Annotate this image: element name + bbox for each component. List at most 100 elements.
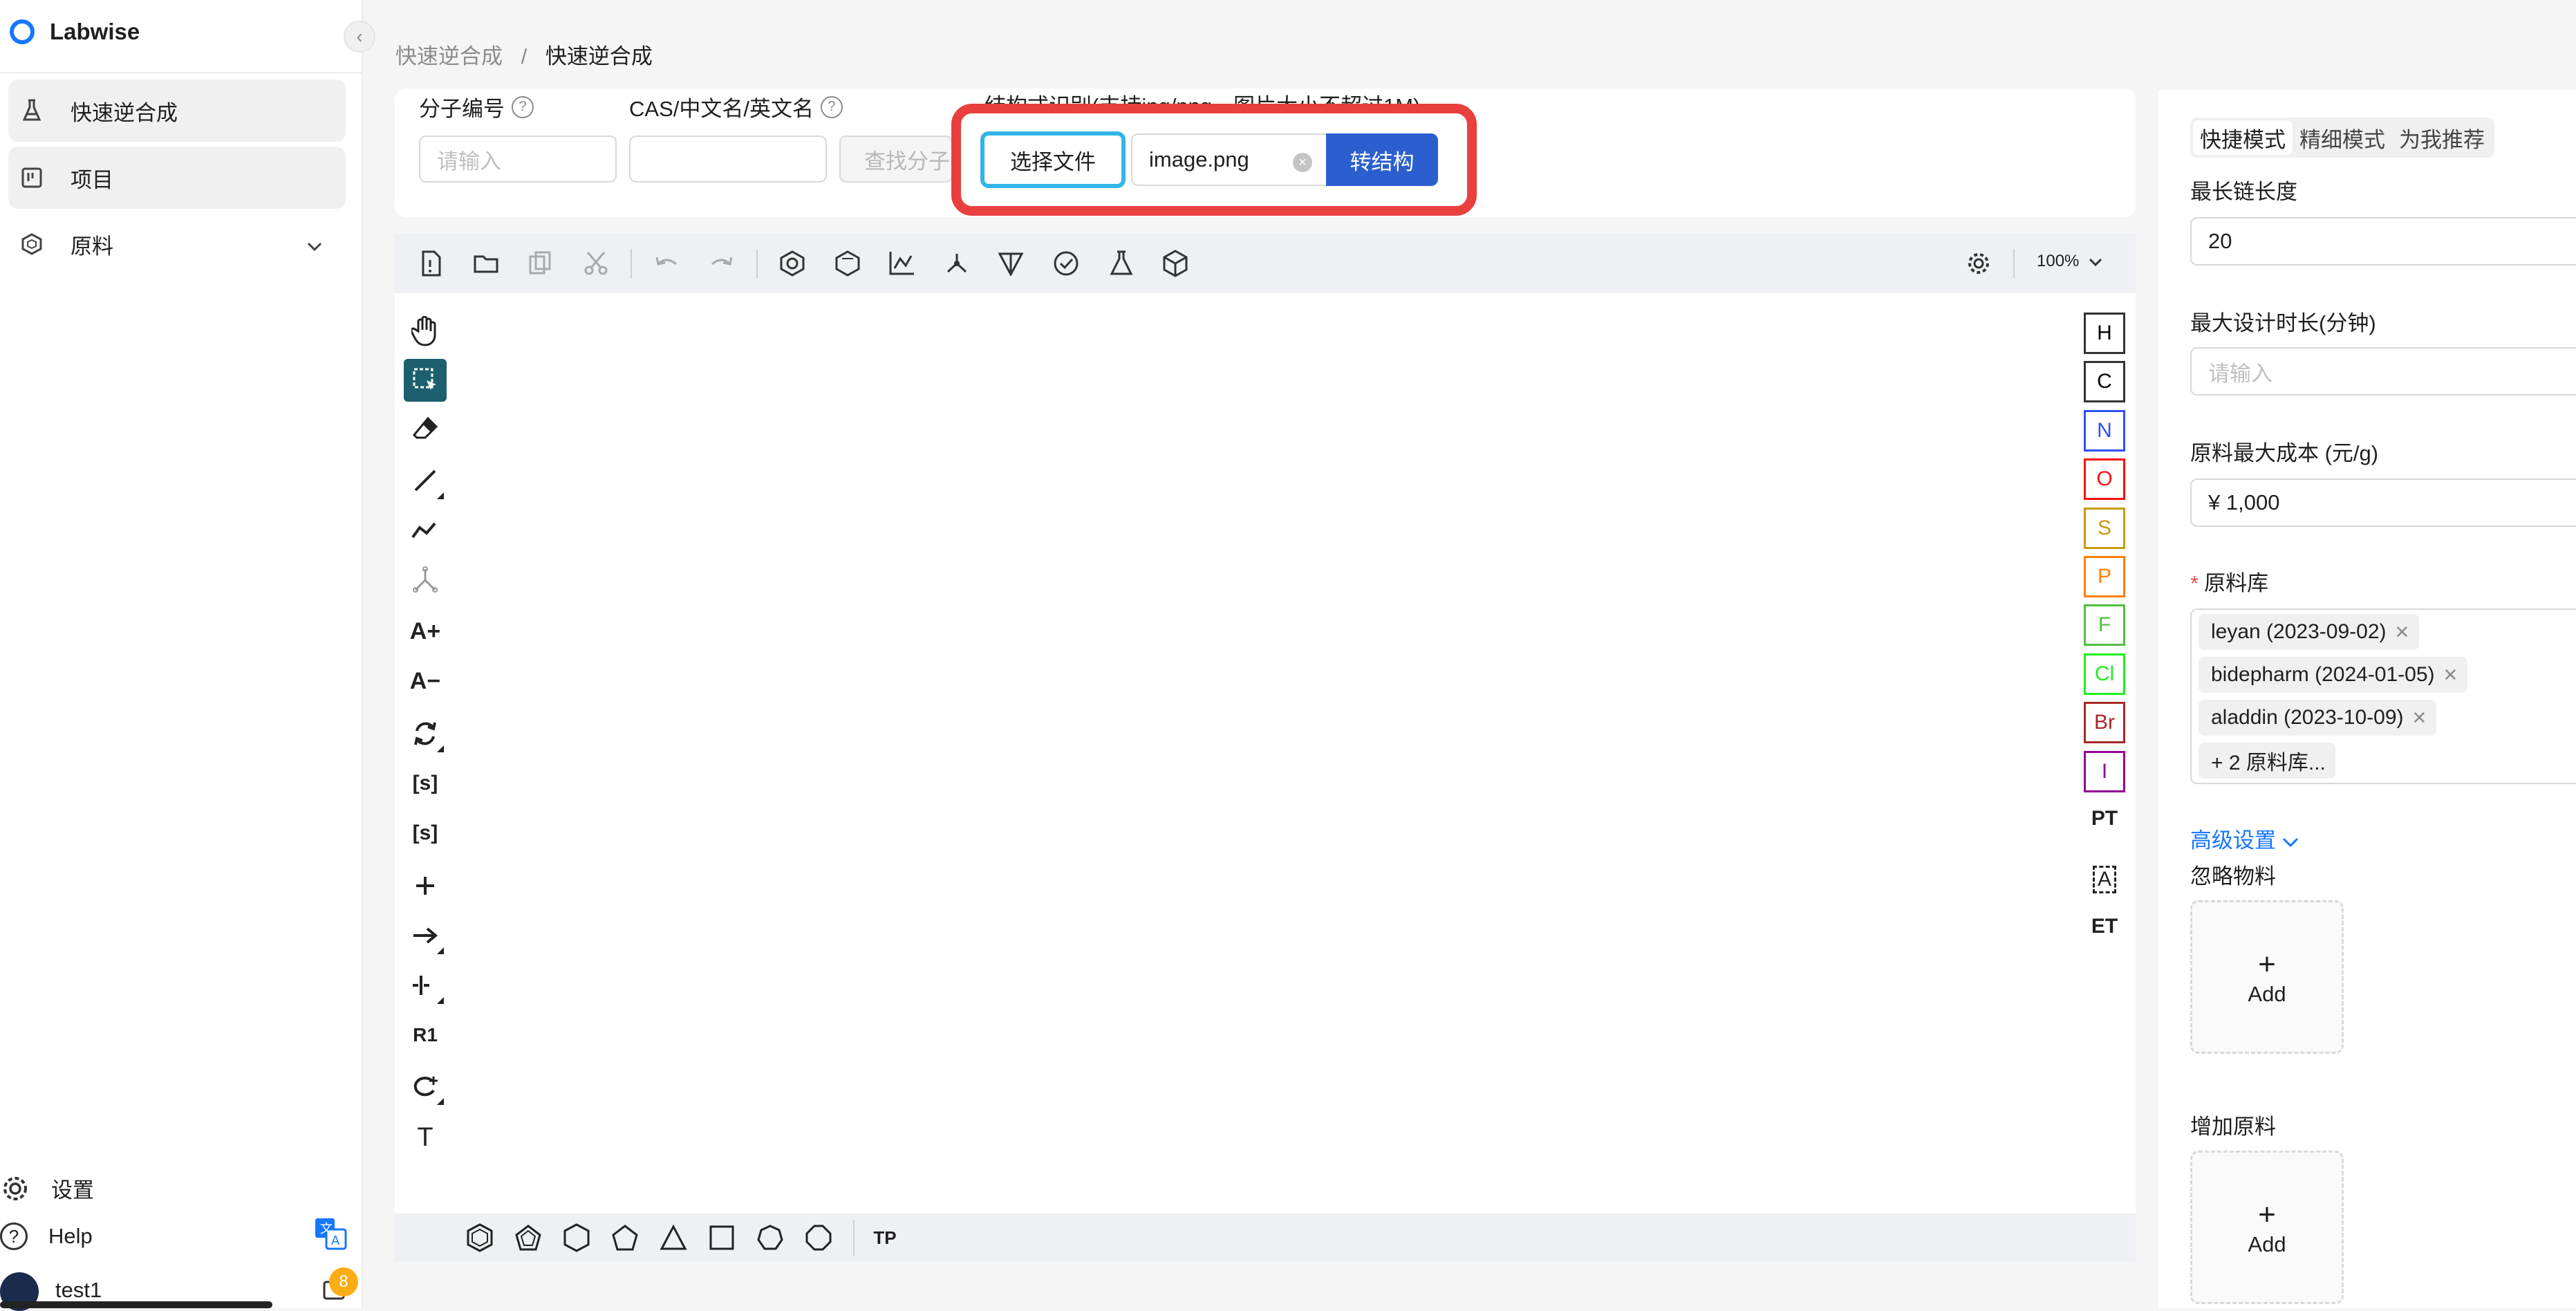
horizontal-scrollbar[interactable] [0,1301,272,1308]
file-name-field[interactable]: image.png × [1131,133,1327,186]
dearomatize-icon[interactable] [831,247,864,280]
element-br-button[interactable]: Br [2084,702,2125,744]
max-chain-input[interactable]: 20 [2190,217,2576,266]
reaction-arrow-icon[interactable] [404,914,447,957]
new-file-icon[interactable] [415,247,448,280]
more-libraries-tag[interactable]: + 2 原料库... [2199,743,2335,779]
element-n-button[interactable]: N [2084,409,2125,452]
element-h-button[interactable]: H [2084,313,2125,354]
element-o-button[interactable]: O [2084,458,2125,501]
calculate-icon[interactable] [1105,247,1138,280]
redo-icon[interactable] [705,247,738,280]
element-i-button[interactable]: I [2084,750,2125,792]
element-c-button[interactable]: C [2084,361,2125,403]
brand: Labwise [10,15,140,48]
close-icon[interactable]: ✕ [2412,707,2427,729]
help-circle-icon[interactable]: ? [512,95,534,118]
advanced-settings-link[interactable]: 高级设置 [2190,823,2299,854]
ignore-materials-label: 忽略物料 [2190,864,2276,889]
cyclopentane-template-icon[interactable] [607,1220,643,1256]
sgroup-data-icon[interactable]: [s] [404,812,447,855]
open-folder-icon[interactable] [470,247,503,280]
copy-icon[interactable] [524,247,557,280]
mode-recommend[interactable]: 为我推荐 [2392,120,2492,155]
hand-tool-icon[interactable] [404,310,447,353]
structure-editor[interactable] [395,234,2136,1262]
atom-alias-text: A [2092,866,2116,893]
mapping-icon[interactable] [404,964,447,1007]
atom-alias-icon[interactable]: A [2081,862,2128,898]
cyclopentadiene-template-icon[interactable] [510,1220,546,1256]
single-bond-icon[interactable] [404,459,447,502]
element-f-button[interactable]: F [2084,604,2125,647]
sidebar-item-retrosynthesis[interactable]: 快速逆合成 [8,80,346,142]
cycloheptane-template-icon[interactable] [752,1220,788,1256]
max-cost-input[interactable]: ¥ 1,000 [2190,478,2576,527]
rotate-icon[interactable] [404,712,447,755]
rgroup-bond-icon[interactable] [404,559,447,602]
cyclooctane-template-icon[interactable] [801,1220,837,1256]
template-ring-icon[interactable] [404,1065,447,1108]
plus-icon: + [2258,1198,2276,1231]
zoom-select[interactable]: 100% [2037,252,2102,271]
breadcrumb-current: 快速逆合成 [545,44,653,68]
template-library-icon[interactable]: TP [867,1220,903,1256]
ignore-materials-upload[interactable]: + Add [2190,900,2344,1054]
layout-icon[interactable] [885,247,918,280]
choose-file-button[interactable]: 选择文件 [980,131,1126,188]
settings-link[interactable]: 设置 [0,1173,94,1204]
clean-icon[interactable] [940,247,973,280]
gear-icon [0,1173,30,1204]
translate-icon[interactable]: 文A [314,1217,347,1250]
stereo-icon[interactable] [994,247,1027,280]
plus-icon[interactable] [404,864,447,907]
charge-plus-icon[interactable]: A+ [404,610,447,653]
charge-minus-icon[interactable]: A− [404,660,447,703]
project-icon [18,164,46,192]
add-materials-upload[interactable]: + Add [2190,1151,2344,1304]
sidebar-item-materials[interactable]: 原料 [8,213,346,275]
element-p-button[interactable]: P [2084,556,2125,597]
element-cl-button[interactable]: Cl [2084,653,2125,695]
clear-icon[interactable]: × [1293,153,1312,172]
cyclopropane-template-icon[interactable] [655,1220,691,1256]
select-tool-icon[interactable] [404,359,447,402]
max-chain-label: 最长链长度 [2190,180,2297,204]
cas-input[interactable] [629,136,827,183]
help-circle-icon[interactable]: ? [820,95,843,118]
check-icon[interactable] [1049,247,1083,280]
close-icon[interactable]: ✕ [2395,622,2410,643]
extended-table-icon[interactable]: ET [2081,909,2128,945]
element-s-button[interactable]: S [2084,507,2125,549]
periodic-table-icon[interactable]: PT [2081,801,2128,837]
text-tool-icon[interactable]: T [404,1116,447,1159]
cyclobutane-template-icon[interactable] [704,1220,740,1256]
benzene-template-icon[interactable] [462,1220,498,1256]
sgroup-icon[interactable]: [s] [404,762,447,805]
chain-icon[interactable] [404,509,447,552]
undo-icon[interactable] [650,247,683,280]
molecule-id-input[interactable]: 请输入 [419,136,617,183]
flask-icon [18,97,46,124]
mode-quick[interactable]: 快捷模式 [2193,120,2293,155]
breadcrumb-parent[interactable]: 快速逆合成 [395,44,503,68]
toolbar-divider [756,249,758,278]
close-icon[interactable]: ✕ [2443,664,2458,686]
aromatize-icon[interactable] [776,247,809,280]
3d-view-icon[interactable] [1159,247,1192,280]
sidebar-item-projects[interactable]: 项目 [8,147,346,209]
molecule-id-label: 分子编号 ? [419,91,534,122]
help-link[interactable]: ? Help [0,1222,93,1250]
cyclohexane-template-icon[interactable] [559,1220,595,1256]
mode-fine[interactable]: 精细模式 [2293,120,2392,155]
toolbar-divider [631,249,632,278]
cut-icon[interactable] [579,247,613,280]
rgroup-label-icon[interactable]: R1 [404,1014,447,1057]
template-divider [853,1220,855,1256]
eraser-icon[interactable] [404,408,447,451]
convert-structure-button[interactable]: 转结构 [1326,133,1438,186]
editor-settings-icon[interactable] [1962,247,1995,280]
collapse-sidebar-button[interactable]: ‹ [344,21,375,53]
max-time-input[interactable]: 请输入 [2190,347,2576,396]
find-molecule-button[interactable]: 查找分子 [839,136,953,183]
